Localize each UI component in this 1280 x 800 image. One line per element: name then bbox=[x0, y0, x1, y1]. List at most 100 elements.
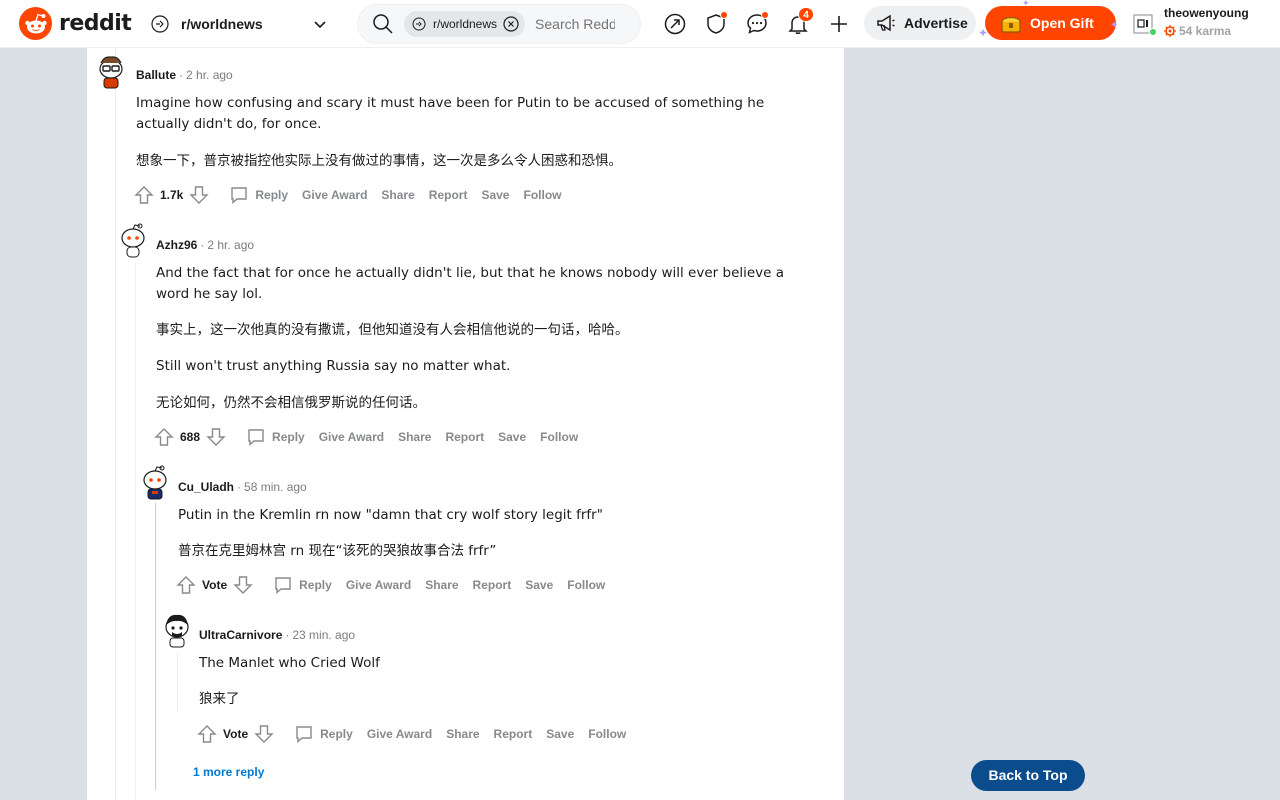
comment-actions: Vote Reply Give Award Share Report Save … bbox=[176, 573, 605, 597]
share-button[interactable]: Share bbox=[381, 188, 414, 202]
reply-button[interactable]: Reply bbox=[229, 185, 288, 205]
save-button[interactable]: Save bbox=[481, 188, 509, 202]
chevron-down-icon bbox=[314, 21, 326, 29]
save-button[interactable]: Save bbox=[498, 430, 526, 444]
shield-badge-dot bbox=[720, 11, 728, 19]
treasure-chest-icon bbox=[1001, 16, 1021, 33]
search-input[interactable] bbox=[535, 16, 616, 32]
comment-text-translated: 想象一下，普京被指控他实际上没有做过的事情，这一次是多么令人困惑和恐惧。 bbox=[136, 153, 622, 169]
open-gift-label: Open Gift bbox=[1030, 15, 1094, 31]
comment-actions: Vote Reply Give Award Share Report Save … bbox=[197, 722, 626, 746]
search-chip-label: r/worldnews bbox=[433, 17, 498, 31]
karma-icon bbox=[1164, 25, 1176, 37]
upvote-icon[interactable] bbox=[197, 724, 217, 744]
report-button[interactable]: Report bbox=[429, 188, 468, 202]
reply-button[interactable]: Reply bbox=[294, 724, 353, 744]
user-menu[interactable]: theowenyoung 54 karma bbox=[1132, 4, 1272, 44]
report-button[interactable]: Report bbox=[445, 430, 484, 444]
vote-score: 688 bbox=[180, 430, 201, 444]
notification-bell-icon[interactable]: 4 bbox=[784, 7, 814, 38]
megaphone-icon bbox=[877, 14, 895, 32]
advertise-button[interactable]: Advertise bbox=[864, 6, 976, 40]
vote-label: Vote bbox=[223, 727, 249, 741]
follow-button[interactable]: Follow bbox=[523, 188, 561, 202]
downvote-icon[interactable] bbox=[254, 724, 274, 744]
vote-label: Vote bbox=[202, 578, 228, 592]
comment-author[interactable]: UltraCarnivore bbox=[199, 628, 282, 642]
share-button[interactable]: Share bbox=[425, 578, 458, 592]
user-avatar-snoo[interactable] bbox=[96, 53, 126, 89]
popular-icon[interactable] bbox=[661, 10, 689, 38]
comment-text: actually didn't do, for once. bbox=[136, 116, 322, 132]
create-post-plus-icon[interactable] bbox=[825, 10, 853, 38]
user-avatar-snoo[interactable] bbox=[118, 222, 148, 258]
downvote-icon[interactable] bbox=[189, 185, 210, 205]
save-button[interactable]: Save bbox=[525, 578, 553, 592]
comment-time[interactable]: 2 hr. ago bbox=[207, 238, 254, 252]
search-community-chip[interactable]: r/worldnews bbox=[404, 11, 526, 37]
share-button[interactable]: Share bbox=[446, 727, 479, 741]
comment-text: word he say lol. bbox=[156, 286, 263, 302]
comment-author[interactable]: Cu_Uladh bbox=[178, 480, 234, 494]
user-avatar-snoo[interactable] bbox=[140, 464, 170, 500]
follow-button[interactable]: Follow bbox=[540, 430, 578, 444]
downvote-icon[interactable] bbox=[206, 427, 226, 447]
report-button[interactable]: Report bbox=[494, 727, 533, 741]
comment-time[interactable]: 23 min. ago bbox=[292, 628, 355, 642]
upvote-icon[interactable] bbox=[176, 575, 196, 595]
comment-text-translated: 无论如何，仍然不会相信俄罗斯说的任何话。 bbox=[156, 395, 426, 411]
comment-time[interactable]: 2 hr. ago bbox=[186, 68, 233, 82]
community-chip-icon bbox=[412, 17, 426, 31]
comment-author[interactable]: Ballute bbox=[136, 68, 176, 82]
reddit-logo[interactable]: reddit bbox=[19, 7, 132, 40]
page-scrollbar[interactable] bbox=[1276, 48, 1280, 800]
chat-icon[interactable] bbox=[743, 10, 771, 38]
comment-bubble-icon bbox=[275, 577, 291, 595]
comment-bubble-icon bbox=[296, 726, 312, 744]
share-button[interactable]: Share bbox=[398, 430, 431, 444]
upvote-icon[interactable] bbox=[134, 185, 154, 205]
thread-line bbox=[177, 652, 178, 712]
search-icon bbox=[373, 14, 393, 34]
comment-bubble-icon bbox=[231, 187, 248, 205]
more-replies-link[interactable]: 1 more reply bbox=[193, 765, 264, 779]
downvote-icon[interactable] bbox=[233, 575, 253, 595]
report-button[interactable]: Report bbox=[473, 578, 512, 592]
comment-text-translated: 事实上，这一次他真的没有撒谎，但他知道没有人会相信他说的一句话，哈哈。 bbox=[156, 322, 629, 338]
comment-text: Still won't trust anything Russia say no… bbox=[156, 358, 511, 374]
top-header: reddit r/worldnews r/worldnews 4 A bbox=[0, 0, 1280, 48]
give-award-button[interactable]: Give Award bbox=[367, 727, 432, 741]
give-award-button[interactable]: Give Award bbox=[319, 430, 384, 444]
comment-author[interactable]: Azhz96 bbox=[156, 238, 197, 252]
community-icon bbox=[150, 14, 170, 34]
search-bar[interactable]: r/worldnews bbox=[357, 4, 641, 44]
username: theowenyoung bbox=[1164, 6, 1249, 20]
reply-label: Reply bbox=[272, 430, 305, 444]
comment-text: Putin in the Kremlin rn now "damn that c… bbox=[178, 507, 603, 523]
user-avatar bbox=[1132, 11, 1158, 37]
comment-actions: 1.7k Reply Give Award Share Report Save … bbox=[134, 183, 561, 207]
save-button[interactable]: Save bbox=[546, 727, 574, 741]
comment-meta: Azhz96 · 2 hr. ago bbox=[156, 238, 255, 252]
community-dropdown[interactable]: r/worldnews bbox=[142, 6, 338, 42]
vote-score: 1.7k bbox=[160, 188, 184, 202]
upvote-icon[interactable] bbox=[154, 427, 174, 447]
comment-text: The Manlet who Cried Wolf bbox=[199, 655, 380, 671]
follow-button[interactable]: Follow bbox=[567, 578, 605, 592]
reply-button[interactable]: Reply bbox=[273, 575, 332, 595]
community-name: r/worldnews bbox=[181, 16, 263, 32]
reply-button[interactable]: Reply bbox=[246, 427, 305, 447]
notification-count-badge: 4 bbox=[798, 7, 814, 22]
advertise-label: Advertise bbox=[904, 15, 968, 31]
user-avatar-snoo[interactable] bbox=[162, 612, 192, 648]
shield-icon[interactable] bbox=[702, 10, 730, 38]
comment-meta: Cu_Uladh · 58 min. ago bbox=[178, 480, 307, 494]
give-award-button[interactable]: Give Award bbox=[346, 578, 411, 592]
clear-chip-icon[interactable] bbox=[503, 16, 519, 32]
open-gift-button[interactable]: Open Gift bbox=[985, 6, 1116, 40]
comment-time[interactable]: 58 min. ago bbox=[244, 480, 307, 494]
follow-button[interactable]: Follow bbox=[588, 727, 626, 741]
give-award-button[interactable]: Give Award bbox=[302, 188, 367, 202]
back-to-top-button[interactable]: Back to Top bbox=[971, 760, 1085, 791]
comment-text: Imagine how confusing and scary it must … bbox=[136, 95, 765, 111]
